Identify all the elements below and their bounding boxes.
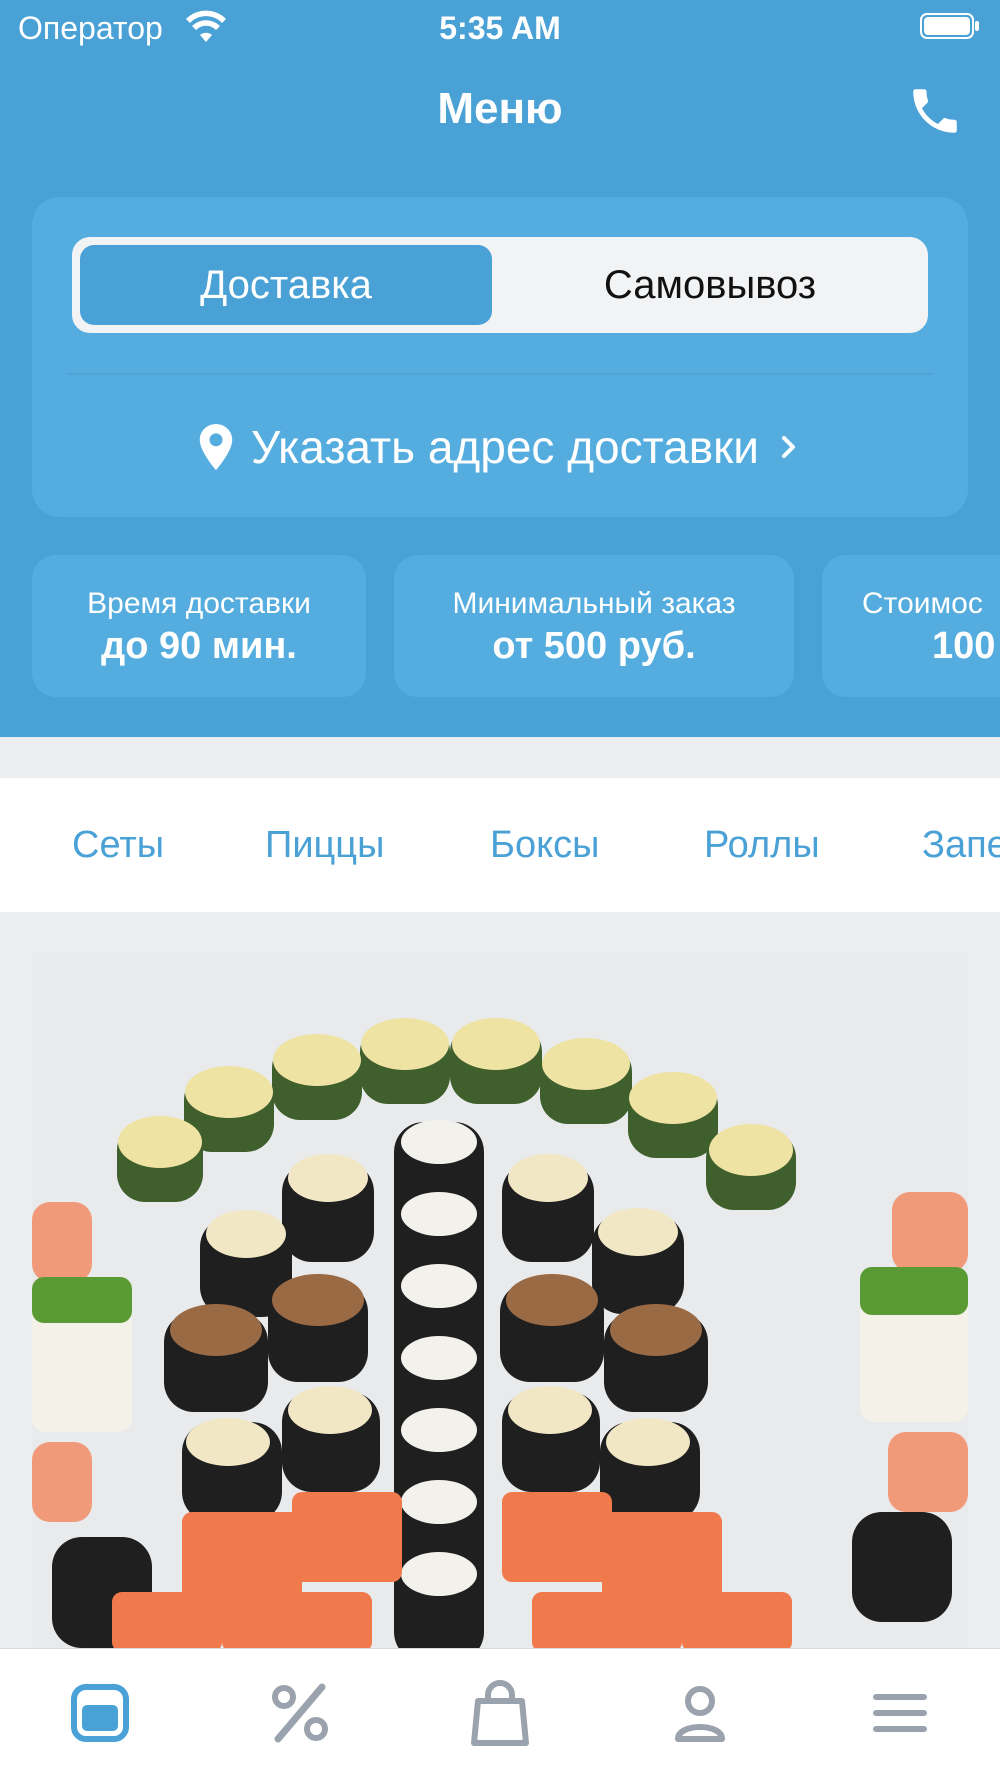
location-pin-icon bbox=[199, 424, 233, 470]
category-tabs: Сеты Пиццы Боксы Роллы Запе bbox=[0, 778, 1000, 912]
info-value: до 90 мин. bbox=[101, 625, 297, 667]
min-order-card: Минимальный заказ от 500 руб. bbox=[394, 555, 794, 697]
address-label: Указать адрес доставки bbox=[250, 421, 760, 473]
battery-icon bbox=[920, 13, 979, 39]
sushi-illustration bbox=[32, 952, 968, 1648]
info-label: Время доставки bbox=[87, 587, 311, 620]
tab-bar bbox=[0, 1648, 1000, 1779]
phone-icon[interactable] bbox=[906, 82, 964, 140]
info-value: 100 bbox=[932, 625, 996, 667]
delivery-address-button[interactable]: Указать адрес доставки bbox=[32, 411, 968, 483]
page-title: Меню bbox=[437, 84, 563, 133]
tab-pizzas[interactable]: Пиццы bbox=[265, 824, 384, 867]
header: Оператор 5:35 AM Меню Доставка Самовывоз… bbox=[0, 0, 1000, 737]
tab-rolls[interactable]: Роллы bbox=[704, 824, 820, 867]
menu-icon[interactable] bbox=[64, 1677, 136, 1749]
tab-boxes[interactable]: Боксы bbox=[490, 824, 599, 867]
delivery-option[interactable]: Доставка bbox=[80, 245, 492, 325]
sushi-set-image[interactable] bbox=[32, 952, 968, 1648]
tab-sets[interactable]: Сеты bbox=[72, 824, 164, 867]
profile-icon[interactable] bbox=[664, 1677, 736, 1749]
info-label: Минимальный заказ bbox=[452, 587, 736, 620]
hamburger-icon[interactable] bbox=[864, 1677, 936, 1749]
status-time: 5:35 AM bbox=[439, 10, 561, 46]
info-value: от 500 руб. bbox=[492, 625, 696, 667]
chevron-right-icon bbox=[782, 436, 796, 458]
info-label: Стоимос bbox=[862, 587, 983, 620]
delivery-cost-card: Стоимос 100 bbox=[822, 555, 1000, 697]
delivery-mode-switch: Доставка Самовывоз bbox=[72, 237, 928, 333]
info-cards: Время доставки до 90 мин. Минимальный за… bbox=[0, 555, 1000, 697]
pickup-option[interactable]: Самовывоз bbox=[500, 245, 920, 325]
percent-icon[interactable] bbox=[264, 1677, 336, 1749]
delivery-time-card: Время доставки до 90 мин. bbox=[32, 555, 366, 697]
status-bar: Оператор 5:35 AM bbox=[0, 0, 1000, 56]
bag-icon[interactable] bbox=[464, 1677, 536, 1749]
divider bbox=[68, 373, 932, 375]
tab-baked[interactable]: Запе bbox=[922, 824, 1000, 867]
delivery-card: Доставка Самовывоз Указать адрес доставк… bbox=[32, 197, 968, 517]
